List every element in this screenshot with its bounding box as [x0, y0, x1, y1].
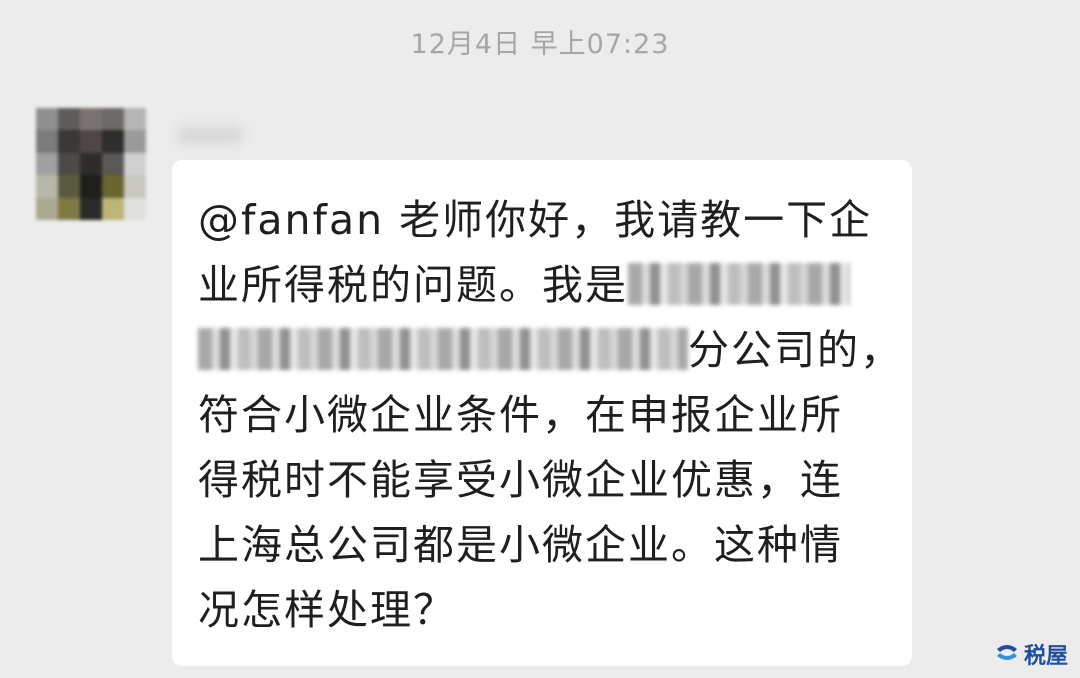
watermark: 税屋 — [994, 638, 1068, 670]
avatar-pixel — [58, 108, 80, 131]
avatar-pixel — [124, 152, 146, 176]
watermark-label: 税屋 — [1023, 644, 1068, 669]
redacted-text — [628, 263, 850, 305]
avatar-pixel — [80, 152, 102, 176]
avatar-pixel — [102, 108, 124, 131]
avatar-pixel — [102, 197, 124, 220]
message-line-text: 业所得税的问题。我是 — [198, 261, 628, 309]
message-line: 业所得税的问题。我是 — [198, 253, 898, 318]
message-line: 得税时不能享受小微企业优惠，连 — [198, 456, 843, 504]
avatar-pixel — [80, 197, 102, 220]
avatar-pixel — [58, 130, 80, 153]
message-line: @fanfan 老师你好，我请教一下企 — [198, 196, 873, 244]
avatar-pixel — [102, 152, 124, 176]
avatar-pixel — [36, 197, 58, 220]
message-text: @fanfan 老师你好，我请教一下企 业所得税的问题。我是 分公司的， 符合小… — [198, 188, 901, 643]
avatar-pixel — [36, 175, 58, 198]
sender-name-redacted — [178, 126, 242, 144]
avatar-pixel — [102, 130, 124, 153]
avatar-pixel — [124, 197, 146, 220]
avatar-pixel — [58, 152, 80, 176]
redacted-text — [198, 328, 688, 370]
avatar-pixel — [124, 108, 146, 131]
message-line: 分公司的， — [198, 318, 901, 383]
avatar-pixel — [36, 152, 58, 176]
avatar-pixel — [124, 175, 146, 198]
message-line-text: 分公司的， — [688, 326, 903, 374]
avatar-pixel — [102, 175, 124, 198]
avatar[interactable] — [36, 108, 146, 220]
avatar-pixel — [36, 108, 58, 131]
message-line: 符合小微企业条件，在申报企业所 — [198, 391, 843, 439]
avatar-pixel — [80, 130, 102, 153]
avatar-pixel — [58, 175, 80, 198]
avatar-pixel — [80, 175, 102, 198]
message-line: 上海总公司都是小微企业。这种情 — [198, 521, 843, 569]
avatar-pixel — [58, 197, 80, 220]
avatar-pixel — [124, 130, 146, 153]
avatar-pixel — [80, 108, 102, 131]
avatar-pixel — [36, 130, 58, 153]
shuiwu-logo-icon — [996, 645, 1017, 660]
timestamp: 12月4日 早上07:23 — [410, 29, 670, 60]
message-line: 况怎样处理？ — [198, 586, 456, 634]
